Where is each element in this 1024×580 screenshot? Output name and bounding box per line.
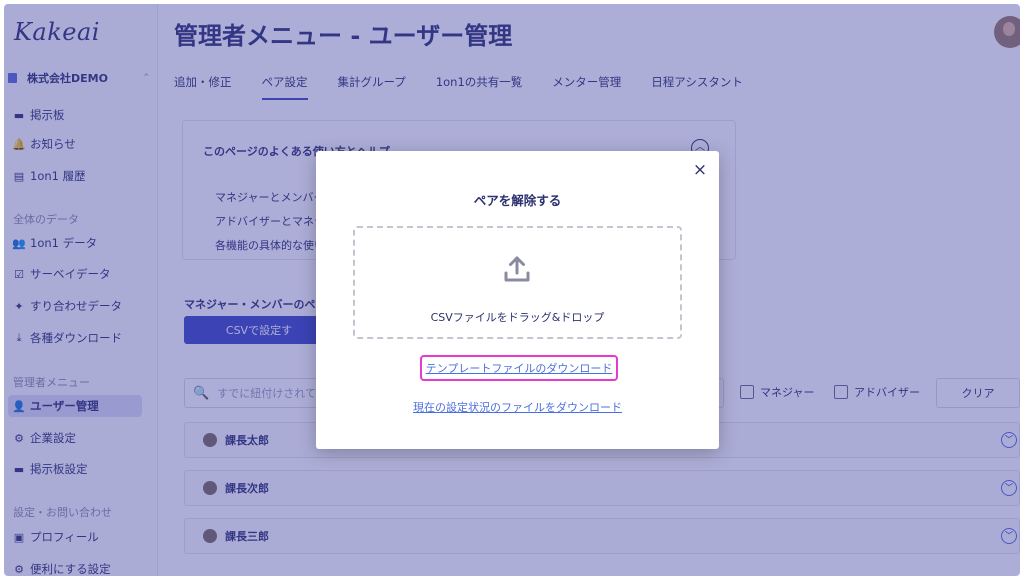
template-download-link[interactable]: テンプレートファイルのダウンロード (420, 355, 618, 381)
app-window: Kakeai 株式会社DEMO ⌃ ▬ 掲示板 🔔 お知らせ ▤ 1on1 履歴… (4, 4, 1020, 576)
modal-title: ペアを解除する (473, 193, 562, 208)
current-settings-download-link[interactable]: 現在の設定状況のファイルをダウンロード (316, 399, 719, 415)
csv-drop-zone[interactable]: CSVファイルをドラッグ&ドロップ (353, 226, 682, 339)
close-icon[interactable]: × (691, 161, 709, 179)
drop-zone-text: CSVファイルをドラッグ&ドロップ (430, 311, 605, 324)
unpair-modal: × ペアを解除する CSVファイルをドラッグ&ドロップ テンプレートファイルのダ… (316, 151, 719, 449)
upload-icon (504, 256, 530, 282)
